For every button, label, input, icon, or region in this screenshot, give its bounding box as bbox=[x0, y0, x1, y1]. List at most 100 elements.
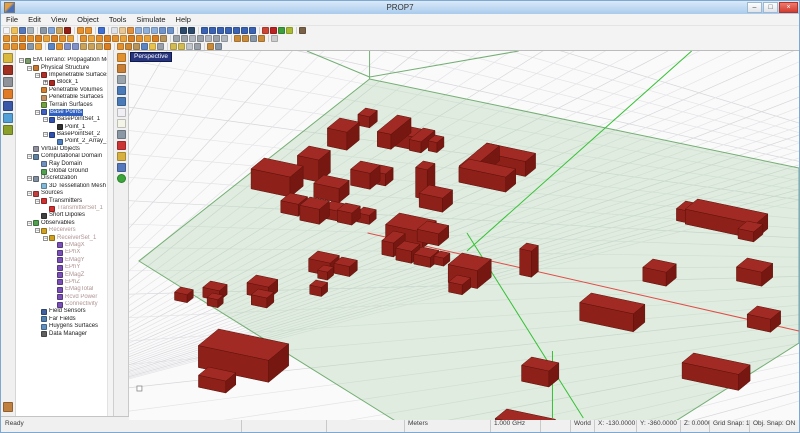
tree-item-physical-structure[interactable]: −Physical Structure bbox=[17, 64, 107, 71]
layers-tool-icon[interactable] bbox=[141, 43, 148, 50]
draw-cylinder-icon[interactable] bbox=[27, 35, 34, 42]
draw-star-icon[interactable] bbox=[152, 35, 159, 42]
texture-tool-icon[interactable] bbox=[133, 43, 140, 50]
zoom-extents-icon[interactable] bbox=[167, 27, 174, 34]
expand-toggle-icon[interactable]: + bbox=[43, 80, 48, 85]
tree-item-basepointset-1[interactable]: −BasePointSet_1 bbox=[17, 116, 107, 123]
print-icon[interactable] bbox=[27, 27, 34, 34]
import-object-icon[interactable] bbox=[250, 35, 257, 42]
array-copy-icon[interactable] bbox=[35, 43, 42, 50]
menu-edit[interactable]: Edit bbox=[23, 14, 46, 25]
tree-item-rcvd-power[interactable]: Rcvd Power bbox=[17, 294, 107, 301]
menu-help[interactable]: Help bbox=[171, 14, 196, 25]
tree-item-impenetrable-surfaces[interactable]: −Impenetrable Surfaces bbox=[17, 72, 107, 79]
tree-item-observables[interactable]: −Observables bbox=[17, 220, 107, 227]
align-tool-icon[interactable] bbox=[48, 43, 55, 50]
menu-simulate[interactable]: Simulate bbox=[131, 14, 170, 25]
tree-item-huygens-surfaces[interactable]: Huygens Surfaces bbox=[17, 323, 107, 330]
move-tool-icon[interactable] bbox=[3, 43, 10, 50]
tree-item-emagtotal[interactable]: EMagTotal bbox=[17, 286, 107, 293]
annotate-tool-icon[interactable] bbox=[186, 43, 193, 50]
tree-item-ephx[interactable]: EPhX bbox=[17, 249, 107, 256]
tree-item-far-fields[interactable]: Far Fields bbox=[17, 316, 107, 323]
collapse-toggle-icon[interactable]: − bbox=[43, 117, 48, 122]
draw-frustum-icon[interactable] bbox=[43, 35, 50, 42]
viewport-canvas[interactable] bbox=[129, 51, 799, 420]
zoom-in-icon[interactable] bbox=[135, 27, 142, 34]
notes-icon[interactable] bbox=[117, 119, 126, 128]
draw-point-icon[interactable] bbox=[234, 35, 241, 42]
module-em-illumina-icon[interactable] bbox=[3, 113, 13, 123]
tree-item-base-points[interactable]: −Base Points bbox=[17, 109, 107, 116]
tree-item-point-1[interactable]: Point_1 bbox=[17, 124, 107, 131]
pan-hand-icon[interactable] bbox=[119, 27, 126, 34]
draw-pyramid-icon[interactable] bbox=[35, 35, 42, 42]
draw-diamond-icon[interactable] bbox=[104, 35, 111, 42]
orbit-icon[interactable] bbox=[127, 27, 134, 34]
tree-item-basepointset-2[interactable]: −BasePointSet_2 bbox=[17, 131, 107, 138]
measure-tool-icon[interactable] bbox=[170, 43, 177, 50]
help-icon[interactable] bbox=[98, 27, 105, 34]
draw-blob-icon[interactable] bbox=[144, 35, 151, 42]
color-fill-icon[interactable] bbox=[125, 43, 132, 50]
grid-toggle-icon[interactable] bbox=[194, 43, 201, 50]
tree-item-short-dipoles[interactable]: Short Dipoles bbox=[17, 212, 107, 219]
minimize-button[interactable]: – bbox=[747, 2, 762, 13]
collapse-toggle-icon[interactable]: − bbox=[35, 110, 40, 115]
chart-icon[interactable] bbox=[299, 27, 306, 34]
tree-item-transmitters[interactable]: −Transmitters bbox=[17, 197, 107, 204]
tree-item-global-ground[interactable]: Global Ground bbox=[17, 168, 107, 175]
tree-item-receivers[interactable]: −Receivers bbox=[17, 227, 107, 234]
tree-item-data-manager[interactable]: Data Manager bbox=[17, 330, 107, 337]
tree-item-virtual-objects[interactable]: Virtual Objects bbox=[17, 146, 107, 153]
tree-item-point-2-array-1[interactable]: Point_2_Array_1 bbox=[17, 138, 107, 145]
tree-item-receiverset-1[interactable]: −ReceiverSet_1 bbox=[17, 234, 107, 241]
tree-item-emagz[interactable]: EMagZ bbox=[17, 271, 107, 278]
material-tool-icon[interactable] bbox=[117, 43, 124, 50]
menu-view[interactable]: View bbox=[46, 14, 72, 25]
explode-tool-icon[interactable] bbox=[104, 43, 111, 50]
curve-line-icon[interactable] bbox=[173, 35, 180, 42]
tree-item-computational-domain[interactable]: −Computational Domain bbox=[17, 153, 107, 160]
tree-item-emagx[interactable]: EMagX bbox=[17, 242, 107, 249]
module-settings-icon[interactable] bbox=[3, 402, 13, 412]
draw-box-icon[interactable] bbox=[3, 35, 10, 42]
collapse-toggle-icon[interactable]: − bbox=[19, 58, 24, 63]
mirror-tool-icon[interactable] bbox=[27, 43, 34, 50]
curve-u-icon[interactable] bbox=[205, 35, 212, 42]
snapshot-icon[interactable] bbox=[117, 130, 126, 139]
tree-item-connectivity[interactable]: Connectivity bbox=[17, 301, 107, 308]
module-em-tempo-icon[interactable] bbox=[3, 65, 13, 75]
array-tool-icon[interactable] bbox=[258, 35, 265, 42]
boolean-subtract-icon[interactable] bbox=[88, 43, 95, 50]
curve-ellipse-icon[interactable] bbox=[221, 35, 228, 42]
tree-item-penetrable-volumes[interactable]: Penetrable Volumes bbox=[17, 87, 107, 94]
draw-helix-icon[interactable] bbox=[59, 35, 66, 42]
render-quality-icon[interactable] bbox=[157, 43, 164, 50]
viewport-3d[interactable]: Perspective bbox=[129, 50, 799, 416]
view-right-icon[interactable] bbox=[225, 27, 232, 34]
collapse-toggle-icon[interactable]: − bbox=[27, 154, 32, 159]
draw-ellipse-icon[interactable] bbox=[96, 35, 103, 42]
save-icon[interactable] bbox=[19, 27, 26, 34]
close-button[interactable]: × bbox=[779, 2, 798, 13]
flag-green-icon[interactable] bbox=[278, 27, 285, 34]
selection-handle[interactable] bbox=[137, 386, 142, 391]
scale-tool-icon[interactable] bbox=[19, 43, 26, 50]
draw-rect-icon[interactable] bbox=[80, 35, 87, 42]
tree-item-transmitterset-1[interactable]: TransmitterSet_1 bbox=[17, 205, 107, 212]
home-view-icon[interactable] bbox=[215, 43, 222, 50]
tree-item-sources[interactable]: −Sources bbox=[17, 190, 107, 197]
print-preview-icon[interactable] bbox=[117, 75, 126, 84]
draw-circle-icon[interactable] bbox=[88, 35, 95, 42]
save-view-icon[interactable] bbox=[117, 163, 126, 172]
more-dropdown-icon[interactable] bbox=[271, 35, 278, 42]
redo-icon[interactable] bbox=[85, 27, 92, 34]
new-file-icon[interactable] bbox=[3, 27, 10, 34]
undo-icon[interactable] bbox=[77, 27, 84, 34]
view-top-icon[interactable] bbox=[201, 27, 208, 34]
delete-icon[interactable] bbox=[64, 27, 71, 34]
tree-item-penetrable-surfaces[interactable]: Penetrable Surfaces bbox=[17, 94, 107, 101]
boolean-intersect-icon[interactable] bbox=[96, 43, 103, 50]
view-bottom-icon[interactable] bbox=[209, 27, 216, 34]
